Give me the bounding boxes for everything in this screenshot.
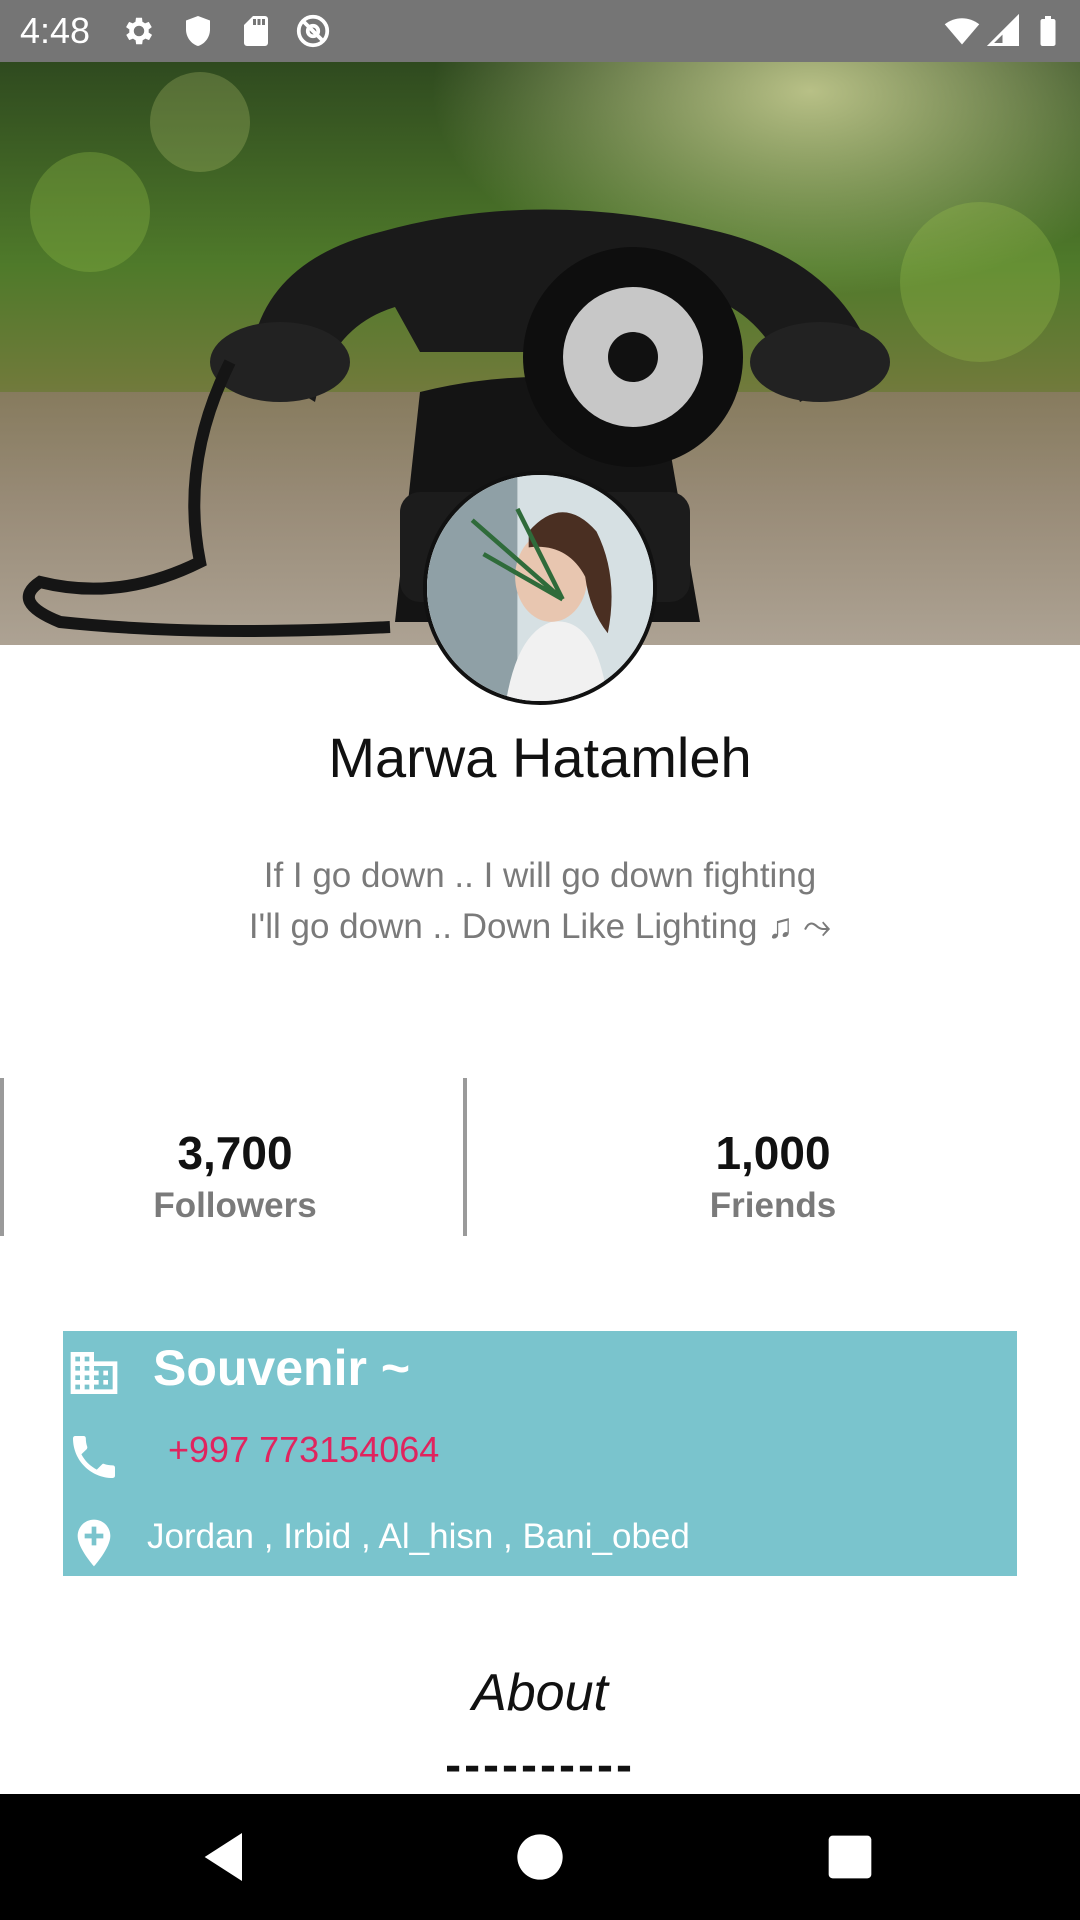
status-time: 4:48 (20, 10, 91, 51)
about-divider: ---------- (445, 1739, 635, 1792)
bio-line: If I go down .. I will go down fighting (263, 856, 817, 895)
gear-icon (121, 13, 157, 49)
at-sign-icon (295, 13, 331, 49)
stat-divider (0, 1078, 4, 1236)
profile-bio: If I go down .. I will go down fighting … (0, 850, 1080, 952)
battery-icon (1030, 13, 1066, 49)
friends-label: Friends (709, 1186, 837, 1225)
back-icon[interactable] (194, 1825, 258, 1889)
sd-card-icon (238, 13, 274, 49)
recents-icon[interactable] (818, 1825, 882, 1889)
location-text: Jordan , Irbid , Al_hisn , Bani_obed (147, 1517, 690, 1556)
cell-signal-icon (986, 13, 1022, 49)
friends-count: 1,000 (715, 1127, 831, 1179)
bio-line: I'll go down .. Down Like Lighting ♫ ⤳ (248, 907, 832, 946)
info-card: Souvenir ~ +997 773154064 Jordan , Irbid… (63, 1331, 1017, 1576)
wifi-icon (944, 13, 980, 49)
company-name: Souvenir ~ (153, 1340, 411, 1396)
avatar[interactable] (423, 471, 657, 705)
home-icon[interactable] (508, 1825, 572, 1889)
profile-name: Marwa Hatamleh (328, 726, 752, 789)
followers-stat[interactable]: 3,700 Followers (120, 1125, 350, 1229)
followers-count: 3,700 (177, 1127, 293, 1179)
add-location-icon[interactable] (66, 1515, 122, 1571)
shield-icon (180, 13, 216, 49)
phone-number[interactable]: +997 773154064 (168, 1429, 439, 1471)
phone-icon[interactable] (66, 1429, 122, 1485)
followers-label: Followers (153, 1186, 317, 1225)
stat-divider (463, 1078, 467, 1236)
building-icon (66, 1345, 122, 1401)
about-title: About (472, 1664, 608, 1722)
friends-stat[interactable]: 1,000 Friends (658, 1125, 888, 1229)
status-bar: 4:48 (0, 0, 1080, 62)
nav-bar (0, 1794, 1080, 1920)
